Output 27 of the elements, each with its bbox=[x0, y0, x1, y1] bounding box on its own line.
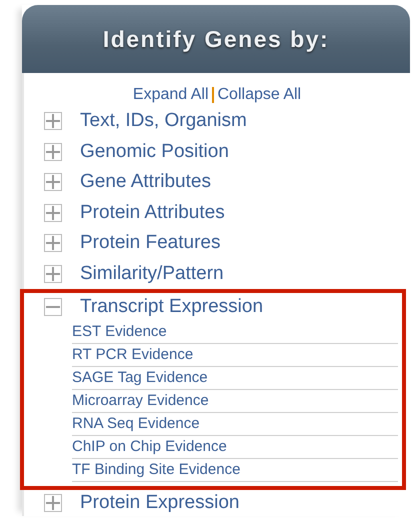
expand-icon[interactable] bbox=[44, 204, 62, 222]
expand-icon[interactable] bbox=[44, 264, 62, 283]
panel-title: Identify Genes by: bbox=[102, 26, 330, 52]
expand-icon[interactable] bbox=[44, 112, 62, 130]
separator bbox=[212, 87, 214, 103]
toggle-link[interactable]: Expand All bbox=[132, 86, 208, 104]
expand-icon[interactable] bbox=[44, 173, 62, 192]
category-link[interactable]: Gene Attributes bbox=[80, 171, 211, 194]
category-link[interactable]: Protein Features bbox=[80, 232, 220, 254]
category-link[interactable]: Text, IDs, Organism bbox=[80, 110, 247, 132]
evidence-link[interactable]: RT PCR Evidence bbox=[72, 344, 398, 367]
category-link[interactable]: Genomic Position bbox=[80, 140, 229, 163]
evidence-link[interactable]: TF Binding Site Evidence bbox=[72, 459, 398, 482]
category-link[interactable]: Protein Expression bbox=[80, 492, 240, 514]
expand-icon[interactable] bbox=[44, 234, 62, 252]
collapse-icon[interactable] bbox=[44, 298, 62, 316]
category-link[interactable]: Protein Attributes bbox=[80, 202, 225, 224]
expand-icon[interactable] bbox=[44, 142, 62, 161]
evidence-link[interactable]: RNA Seq Evidence bbox=[72, 413, 398, 436]
category-link[interactable]: Transcript Expression bbox=[80, 296, 264, 318]
expand-icon[interactable] bbox=[44, 494, 62, 512]
evidence-link[interactable]: SAGE Tag Evidence bbox=[72, 367, 398, 390]
evidence-link[interactable]: EST Evidence bbox=[72, 321, 398, 344]
evidence-link[interactable]: Microarray Evidence bbox=[72, 390, 398, 413]
evidence-link[interactable]: ChIP on Chip Evidence bbox=[72, 436, 398, 459]
category-link[interactable]: Similarity/Pattern bbox=[80, 262, 224, 285]
toggle-link[interactable]: Collapse All bbox=[218, 86, 302, 104]
